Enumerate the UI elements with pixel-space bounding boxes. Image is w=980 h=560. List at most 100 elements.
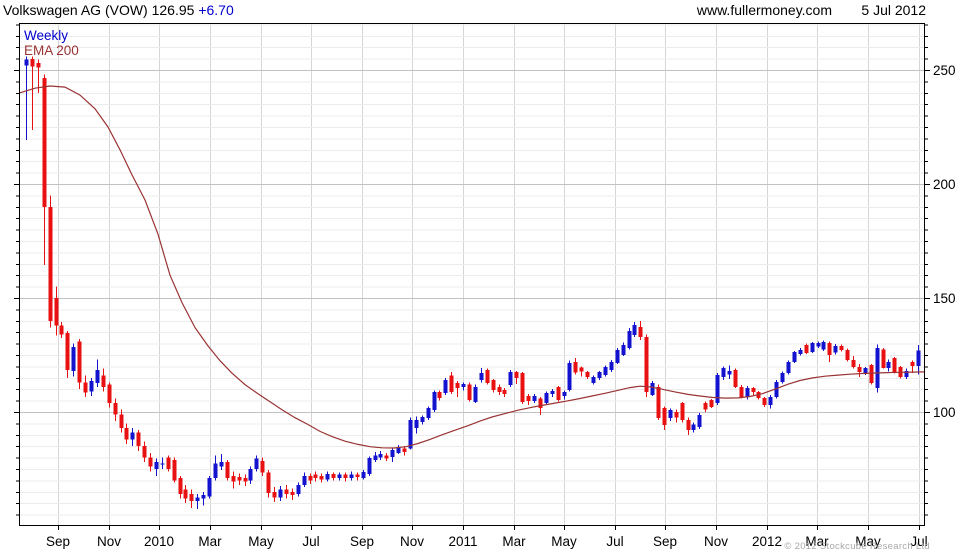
- candle-body: [715, 375, 720, 404]
- candle-body: [113, 402, 118, 415]
- candle-body: [804, 344, 809, 353]
- candle-body: [567, 362, 572, 391]
- candle-body: [65, 333, 70, 371]
- candle-body: [414, 419, 419, 428]
- candle-body: [739, 386, 744, 397]
- candle-body: [650, 383, 655, 395]
- x-axis-label: Sep: [653, 534, 677, 549]
- legend-ema-label: EMA 200: [24, 43, 79, 58]
- candle-body: [343, 474, 348, 479]
- candle-body: [910, 361, 915, 366]
- candle-body: [302, 475, 307, 485]
- candle-body: [603, 367, 608, 376]
- candle-body: [278, 489, 283, 498]
- candle-body: [627, 331, 632, 348]
- candle-body: [172, 459, 177, 481]
- candle-body: [668, 409, 673, 418]
- candle-body: [579, 367, 584, 372]
- candle-body: [36, 63, 41, 68]
- candle-body: [491, 380, 496, 391]
- candle-body: [290, 491, 295, 496]
- candle-body: [42, 77, 47, 207]
- candle-body: [183, 489, 188, 499]
- candle-body: [556, 386, 561, 400]
- candle-body: [821, 341, 826, 350]
- candle-body: [591, 376, 596, 384]
- candle-body: [148, 457, 153, 467]
- candle-body: [59, 325, 64, 335]
- candle-body: [420, 417, 425, 423]
- candle-body: [207, 478, 212, 497]
- candle-body: [160, 463, 165, 465]
- candle-body: [745, 388, 750, 397]
- candle-body: [632, 324, 637, 335]
- candle-body: [260, 461, 265, 473]
- candle-body: [550, 391, 555, 394]
- x-axis-label: 2011: [448, 534, 477, 549]
- candle-body: [378, 454, 383, 458]
- candle-body: [178, 478, 183, 495]
- candle-body: [845, 349, 850, 361]
- legend-timeframe-label: Weekly: [24, 28, 69, 43]
- x-axis-label: May: [248, 534, 274, 549]
- candle-body: [455, 383, 460, 389]
- candle-body: [201, 495, 206, 499]
- candle-body: [95, 370, 100, 384]
- candle-body: [237, 476, 242, 481]
- plot-frame: [19, 23, 925, 526]
- candle-body: [916, 350, 921, 366]
- candle-body: [319, 475, 324, 480]
- candle-body: [83, 382, 88, 393]
- x-axis-label: May: [551, 534, 577, 549]
- candle-body: [520, 373, 525, 402]
- y-axis-label: 200: [933, 177, 956, 192]
- candle-body: [189, 494, 194, 501]
- candle-body: [402, 448, 407, 452]
- x-axis-label: Mar: [502, 534, 526, 549]
- y-axis-label: 250: [933, 63, 956, 78]
- candle-body: [124, 427, 129, 440]
- candle-body: [136, 432, 141, 447]
- candle-body: [573, 361, 578, 373]
- candle-body: [432, 391, 437, 410]
- candle-body: [538, 398, 543, 409]
- candle-body: [296, 484, 301, 495]
- candle-body: [254, 458, 259, 469]
- candle-body: [231, 475, 236, 482]
- candle-body: [107, 384, 112, 403]
- candle-body: [485, 370, 490, 384]
- candle-body: [349, 474, 354, 479]
- candle-body: [71, 347, 76, 371]
- candle-body: [609, 361, 614, 371]
- candle-body: [816, 343, 821, 347]
- candle-body: [674, 412, 679, 418]
- candle-body: [48, 206, 53, 321]
- candle-body: [166, 457, 171, 469]
- candle-body: [361, 471, 366, 479]
- candle-body: [792, 352, 797, 362]
- candle-body: [886, 361, 891, 368]
- candle-body: [119, 414, 124, 428]
- candle-body: [337, 474, 342, 479]
- candle-body: [686, 419, 691, 431]
- candle-body: [195, 497, 200, 501]
- candle-body: [248, 469, 253, 481]
- x-axis-label: Jul: [606, 534, 623, 549]
- candle-body: [644, 336, 649, 392]
- price-chart-canvas: 100 150 200 250 Sep Nov 2010 Mar May Jul Sep Nov 201…: [14, 23, 956, 549]
- candle-body: [827, 342, 832, 355]
- candle-body: [30, 59, 35, 67]
- candle-body: [544, 393, 549, 404]
- candle-body: [384, 455, 389, 459]
- candle-body: [532, 395, 537, 401]
- candle-body: [798, 349, 803, 354]
- candle-body: [497, 386, 502, 392]
- y-axis-label: 150: [933, 291, 956, 306]
- candle-body: [467, 384, 472, 400]
- candle-body: [875, 348, 880, 389]
- candle-body: [54, 298, 59, 326]
- candle-body: [437, 391, 442, 399]
- candle-body: [449, 375, 454, 392]
- x-axis-label: Nov: [97, 534, 121, 549]
- candle-body: [863, 367, 868, 374]
